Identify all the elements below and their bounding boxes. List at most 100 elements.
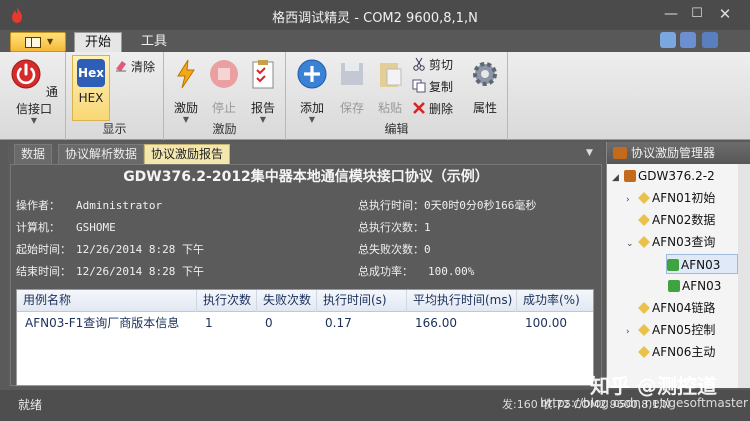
tree-item[interactable]: AFN04链路 — [626, 298, 715, 318]
table-cell: 1 — [205, 316, 213, 330]
minimize-button[interactable]: — — [660, 4, 682, 24]
column-header[interactable]: 成功率(%) — [517, 290, 593, 312]
copy-icon — [412, 79, 426, 93]
power-icon — [11, 59, 41, 89]
ribbon-group-stimulus: 激励 ▼ 停止 报告 ▼ 激励 — [164, 52, 286, 140]
column-header[interactable]: 平均执行时间(ms) — [407, 290, 517, 312]
plus-icon — [297, 59, 327, 89]
table-cell: 166.00 — [415, 316, 457, 330]
panel-header: 协议激励管理器 — [607, 142, 750, 164]
panel-scrollbar[interactable] — [738, 164, 750, 388]
chevron-down-icon[interactable]: ▼ — [586, 148, 593, 158]
tree-item[interactable]: › AFN05控制 — [626, 320, 715, 340]
column-header[interactable]: 用例名称 — [17, 290, 197, 312]
expand-icon[interactable]: › — [626, 190, 638, 210]
stop-icon — [210, 60, 238, 88]
group-label-stimulus: 激励 — [212, 122, 237, 136]
app-menu-button[interactable]: ▼ — [10, 32, 66, 52]
report-button[interactable]: 报告 ▼ — [244, 58, 282, 124]
cut-button[interactable]: 剪切 — [412, 56, 453, 74]
save-icon — [341, 63, 363, 85]
folder-icon — [638, 302, 650, 314]
chevron-down-icon: ▼ — [30, 116, 38, 125]
window-icon[interactable] — [680, 32, 696, 48]
gear-icon — [473, 62, 497, 86]
ribbon-group-display: Hex HEX 清除 显示 — [66, 52, 164, 140]
chevron-down-icon: ▼ — [47, 37, 54, 46]
report-table: 用例名称 执行次数 失败次数 执行时间(s) 平均执行时间(ms) 成功率(%)… — [16, 289, 594, 386]
delete-icon — [413, 102, 425, 114]
report-title: GDW376.2-2012集中器本地通信模块接口协议（示例） — [123, 169, 489, 185]
close-button[interactable]: ✕ — [714, 4, 736, 24]
leaf-icon — [668, 280, 680, 292]
title-bar: 格西调试精灵 - COM2 9600,8,1,N — ☐ ✕ — [0, 0, 750, 30]
panel-title: 协议激励管理器 — [631, 146, 716, 160]
save-button[interactable]: 保存 — [334, 58, 370, 116]
tab-protocol-parse-data[interactable]: 协议解析数据 — [58, 144, 145, 164]
total-success-rate-row: 总成功率： 100.00% — [358, 265, 475, 278]
collapse-icon[interactable]: ⌄ — [626, 234, 638, 254]
tab-tools[interactable]: 工具 — [130, 32, 178, 52]
tab-protocol-stimulus-report[interactable]: 协议激励报告 — [144, 144, 231, 164]
collapse-icon[interactable]: ◢ — [612, 168, 624, 188]
clear-button[interactable]: 清除 — [114, 58, 155, 76]
folder-icon — [638, 214, 650, 226]
column-header[interactable]: 执行时间(s) — [317, 290, 407, 312]
total-exec-count-row: 总执行次数：1 — [358, 221, 431, 234]
help-icon[interactable] — [702, 32, 718, 48]
table-cell: 0.17 — [325, 316, 352, 330]
stop-button[interactable]: 停止 — [206, 58, 242, 116]
hex-button[interactable]: Hex HEX — [72, 55, 110, 121]
delete-button[interactable]: 删除 — [412, 100, 453, 118]
hex-label: HEX — [78, 91, 104, 105]
paste-button[interactable]: 粘贴 — [372, 58, 408, 116]
group-label-edit: 编辑 — [384, 122, 409, 136]
column-header[interactable]: 执行次数 — [197, 290, 257, 312]
ribbon-group-comm: 通信接口 ▼ — [0, 52, 66, 140]
copy-button[interactable]: 复制 — [412, 78, 453, 96]
group-label-display: 显示 — [102, 122, 127, 136]
watermark: 知乎 @测控道 — [590, 374, 717, 398]
add-button[interactable]: 添加 ▼ — [292, 58, 332, 124]
ribbon: 通信接口 ▼ Hex HEX 清除 显示 激励 ▼ 停止 报告 ▼ 激励 添加 … — [0, 52, 750, 140]
status-text: 就绪 — [18, 398, 43, 412]
comm-interface-button[interactable]: 通信接口 ▼ — [6, 58, 62, 125]
table-row[interactable]: AFN03-F1查询厂商版本信息 1 0 0.17 166.00 100.00 — [17, 313, 593, 333]
stimulus-button[interactable]: 激励 ▼ — [168, 58, 204, 124]
eraser-icon — [116, 61, 126, 72]
tree-item[interactable]: › AFN01初始 — [626, 188, 715, 208]
tree-item-selected[interactable]: AFN03 — [666, 254, 738, 274]
document-tabs: 数据 协议解析数据 协议激励报告 — [8, 144, 604, 164]
end-time-row: 结束时间： 12/26/2014 8:28 下午 — [16, 265, 204, 278]
tree-item-root[interactable]: ◢ GDW376.2-2 — [612, 166, 715, 186]
table-cell: 0 — [265, 316, 273, 330]
toolbox-icon — [613, 147, 627, 159]
folder-icon — [638, 192, 650, 204]
expand-icon[interactable]: › — [626, 322, 638, 342]
start-time-row: 起始时间： 12/26/2014 8:28 下午 — [16, 243, 204, 256]
tree-item[interactable]: ⌄ AFN03查询 — [626, 232, 715, 252]
folder-icon — [638, 346, 650, 358]
leaf-icon — [667, 259, 679, 271]
maximize-button[interactable]: ☐ — [686, 4, 708, 24]
hex-icon: Hex — [77, 59, 105, 87]
report-icon — [252, 60, 274, 89]
lightning-icon — [177, 59, 195, 89]
tree-item[interactable]: AFN02数据 — [626, 210, 715, 230]
tree-item[interactable]: AFN03 — [668, 276, 721, 296]
tab-start[interactable]: 开始 — [74, 32, 122, 52]
computer-row: 计算机： GSHOME — [16, 221, 116, 234]
shirt-icon[interactable] — [660, 32, 676, 48]
total-exec-time-row: 总执行时间：0天0时0分0秒166毫秒 — [358, 199, 537, 212]
properties-button[interactable]: 属性 — [466, 58, 504, 116]
watermark-url: https://blog.csdn.net/gesoftmaster — [540, 396, 748, 410]
menu-icon — [25, 37, 41, 48]
tree-item[interactable]: AFN06主动 — [626, 342, 715, 362]
tab-data[interactable]: 数据 — [14, 144, 53, 164]
column-header[interactable]: 失败次数 — [257, 290, 317, 312]
total-fail-count-row: 总失败次数：0 — [358, 243, 431, 256]
folder-icon — [638, 324, 650, 336]
scissors-icon — [413, 57, 425, 71]
operator-row: 操作者： Administrator — [16, 199, 163, 212]
window-title: 格西调试精灵 - COM2 9600,8,1,N — [272, 11, 478, 26]
